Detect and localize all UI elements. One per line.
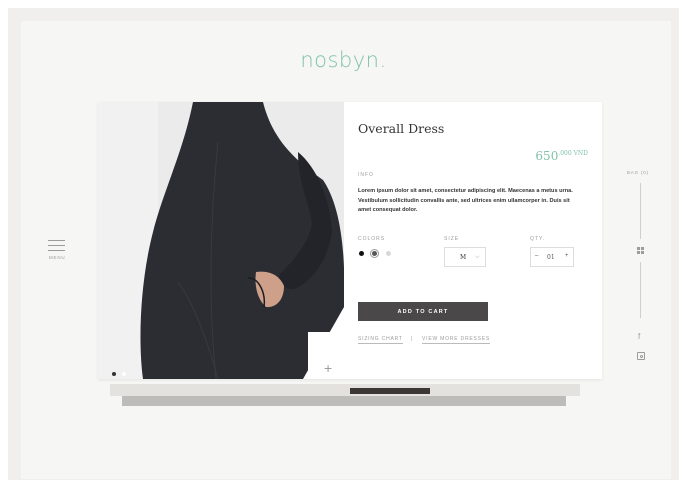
view-more-dresses-link[interactable]: VIEW MORE DRESSES [422, 336, 491, 344]
carousel-dot[interactable] [122, 372, 126, 376]
bag-link[interactable]: BAG (0) [627, 170, 649, 175]
qty-increase-button[interactable]: + [565, 253, 569, 259]
colors-label: COLORS [358, 236, 386, 242]
facebook-icon[interactable]: f [638, 332, 640, 341]
hamburger-icon [48, 240, 65, 251]
product-card: + Overall Dress 650.000 VND INFO Lorem i… [98, 102, 602, 379]
carousel-dots [112, 363, 132, 379]
qty-label: QTY. [530, 236, 546, 242]
brand-logo[interactable]: nosbyn. [0, 48, 687, 72]
product-photo: + [98, 102, 344, 379]
grid-icon[interactable] [637, 247, 644, 254]
size-label: SIZE [444, 236, 460, 242]
sizing-chart-link[interactable]: SIZING CHART [358, 336, 403, 344]
quantity-stepper[interactable]: – 01 + [530, 247, 574, 267]
menu-label: MENU [49, 255, 66, 260]
price-main: 650 [535, 149, 559, 163]
product-title: Overall Dress [358, 121, 445, 136]
product-image [98, 102, 344, 379]
plus-icon[interactable]: + [324, 360, 332, 376]
card-stack-middle [110, 384, 580, 396]
color-swatch-light[interactable] [386, 251, 391, 256]
side-divider-top [640, 183, 641, 239]
link-separator: | [411, 336, 413, 342]
size-select[interactable]: M ⌵ [444, 247, 486, 267]
chevron-down-icon: ⌵ [475, 254, 480, 260]
add-to-cart-button[interactable]: ADD TO CART [358, 302, 488, 321]
product-description: Lorem ipsum dolor sit amet, consectetur … [358, 188, 573, 213]
size-value: M [460, 254, 467, 261]
product-price: 650.000 VND [535, 145, 588, 164]
info-label: INFO [358, 172, 374, 178]
qty-decrease-button[interactable]: – [535, 253, 538, 259]
side-divider-bottom [640, 262, 641, 318]
color-swatch-grey[interactable] [372, 251, 377, 256]
product-info: Overall Dress 650.000 VND INFO Lorem ips… [358, 102, 588, 379]
menu-button[interactable]: MENU [48, 240, 65, 260]
instagram-icon[interactable] [637, 352, 645, 360]
color-swatch-black[interactable] [359, 251, 364, 256]
price-suffix: .000 VND [558, 150, 588, 157]
qty-value: 01 [547, 254, 555, 261]
carousel-dot[interactable] [112, 372, 116, 376]
